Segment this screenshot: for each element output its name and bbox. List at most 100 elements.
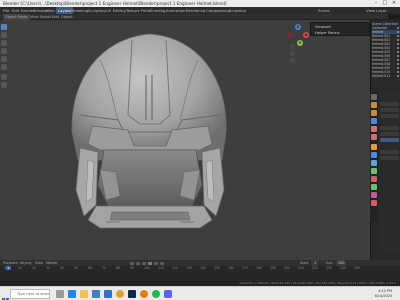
eye-icon[interactable] [396, 46, 399, 50]
tab-scripting[interactable]: Scripting [229, 7, 246, 14]
tab-animation[interactable]: Animation [166, 7, 185, 14]
timeline-tick: 100 [144, 266, 151, 270]
popover-row-helper-panels[interactable]: Helper Panels [315, 31, 340, 35]
measure-tool-icon[interactable] [1, 82, 7, 88]
texture-tab-icon[interactable] [371, 200, 377, 206]
gizmo-y-axis-icon[interactable]: Y [297, 40, 303, 46]
scene-tab-icon[interactable] [371, 126, 377, 132]
file-explorer-icon[interactable] [80, 290, 88, 298]
blender-icon[interactable] [140, 290, 148, 298]
data-tab-icon[interactable] [371, 184, 377, 190]
eye-icon[interactable] [396, 50, 399, 54]
store-icon[interactable] [92, 290, 100, 298]
task-view-icon[interactable] [56, 290, 64, 298]
timeline-tick: 130 [186, 266, 193, 270]
gizmo-z-axis-icon[interactable]: Z [295, 24, 301, 30]
eye-icon[interactable] [396, 30, 399, 34]
property-field[interactable] [380, 138, 399, 142]
prev-keyframe-icon[interactable] [136, 262, 140, 265]
helmet-model[interactable] [0, 20, 370, 260]
gizmo-neg-x-icon[interactable] [287, 32, 293, 38]
tab-shading[interactable]: Shading [150, 7, 165, 14]
taskbar-clock[interactable]: 4:12 PM 6/14/2020 [375, 289, 392, 299]
property-field[interactable] [380, 132, 399, 136]
physics-tab-icon[interactable] [371, 168, 377, 174]
view-layer-selector[interactable]: View Layer [366, 7, 387, 14]
annotate-tool-icon[interactable] [1, 74, 7, 80]
tab-compositing[interactable]: Compositing [206, 7, 230, 14]
property-field[interactable] [380, 108, 399, 112]
chrome-icon[interactable] [116, 290, 124, 298]
transform-tool-icon[interactable] [1, 64, 7, 70]
move-tool-icon[interactable] [1, 40, 7, 46]
play-icon[interactable] [148, 262, 152, 265]
eye-icon[interactable] [396, 38, 399, 42]
property-field[interactable] [380, 150, 399, 154]
outliner-row-label: Helmet.011 [372, 74, 391, 78]
zoom-icon[interactable] [290, 44, 295, 49]
property-field[interactable] [380, 102, 399, 106]
view-layer-tab-icon[interactable] [371, 118, 377, 124]
outliner-row[interactable]: Helmet.011 [372, 74, 400, 78]
menu-help[interactable]: Help [46, 7, 55, 14]
mail-icon[interactable] [104, 290, 112, 298]
3d-viewport[interactable] [0, 20, 370, 260]
eye-icon[interactable] [396, 54, 399, 58]
output-tab-icon[interactable] [371, 110, 377, 116]
edge-icon[interactable] [68, 290, 76, 298]
render-tab-icon[interactable] [371, 102, 377, 108]
tab-uv-editing[interactable]: UV Editing [106, 7, 126, 14]
object-tab-icon[interactable] [371, 144, 377, 150]
photoshop-icon[interactable] [128, 290, 136, 298]
property-field[interactable] [380, 156, 399, 160]
play-reverse-icon[interactable] [142, 262, 146, 265]
properties-tabs [370, 92, 378, 222]
timeline-tick: 180 [256, 266, 263, 270]
timeline-tick: 80 [116, 266, 121, 270]
property-field[interactable] [380, 126, 399, 130]
tab-texture-paint[interactable]: Texture Paint [126, 7, 151, 14]
menu-edit[interactable]: Edit [12, 7, 19, 14]
eye-icon[interactable] [396, 70, 399, 74]
jump-start-icon[interactable] [130, 262, 134, 265]
tab-sculpting[interactable]: Sculpting [88, 7, 106, 14]
eye-icon[interactable] [396, 62, 399, 66]
material-tab-icon[interactable] [371, 192, 377, 198]
timeline-view-menu[interactable]: View [35, 260, 43, 266]
property-field[interactable] [380, 114, 399, 118]
select-tool-icon[interactable] [1, 24, 7, 30]
eye-icon[interactable] [396, 42, 399, 46]
gizmo-x-axis-icon[interactable]: X [303, 32, 309, 38]
discord-icon[interactable] [164, 290, 172, 298]
world-tab-icon[interactable] [371, 134, 377, 140]
next-keyframe-icon[interactable] [154, 262, 158, 265]
close-button[interactable]: ✕ [389, 0, 399, 7]
eye-icon[interactable] [396, 66, 399, 70]
camera-view-icon[interactable] [290, 58, 295, 63]
scale-tool-icon[interactable] [1, 56, 7, 62]
eye-icon[interactable] [396, 34, 399, 38]
tool-tab-icon[interactable] [371, 94, 377, 100]
pan-icon[interactable] [290, 51, 295, 56]
taskbar-search-input[interactable]: Type here to search [10, 289, 50, 299]
tool-shelf [0, 22, 8, 102]
eye-icon[interactable] [396, 74, 399, 78]
tab-rendering[interactable]: Rendering [186, 7, 205, 14]
windows-start-icon[interactable] [2, 290, 9, 300]
timeline-playhead[interactable]: 1 [6, 266, 11, 270]
timeline-tick: 250 [354, 266, 361, 270]
menu-file[interactable]: File [3, 7, 9, 14]
particles-tab-icon[interactable] [371, 160, 377, 166]
eye-icon[interactable] [396, 26, 399, 30]
navigation-gizmo[interactable]: Z X Y [283, 22, 313, 50]
modifier-tab-icon[interactable] [371, 152, 377, 158]
popover-row-viewport[interactable]: Viewport [315, 25, 331, 29]
jump-end-icon[interactable] [160, 262, 164, 265]
eye-icon[interactable] [396, 58, 399, 62]
cursor-tool-icon[interactable] [1, 32, 7, 38]
constraints-tab-icon[interactable] [371, 176, 377, 182]
scene-selector[interactable]: Scene [318, 7, 330, 14]
tab-modeling[interactable]: Modeling [71, 7, 88, 14]
spotify-icon[interactable] [152, 290, 160, 298]
rotate-tool-icon[interactable] [1, 48, 7, 54]
